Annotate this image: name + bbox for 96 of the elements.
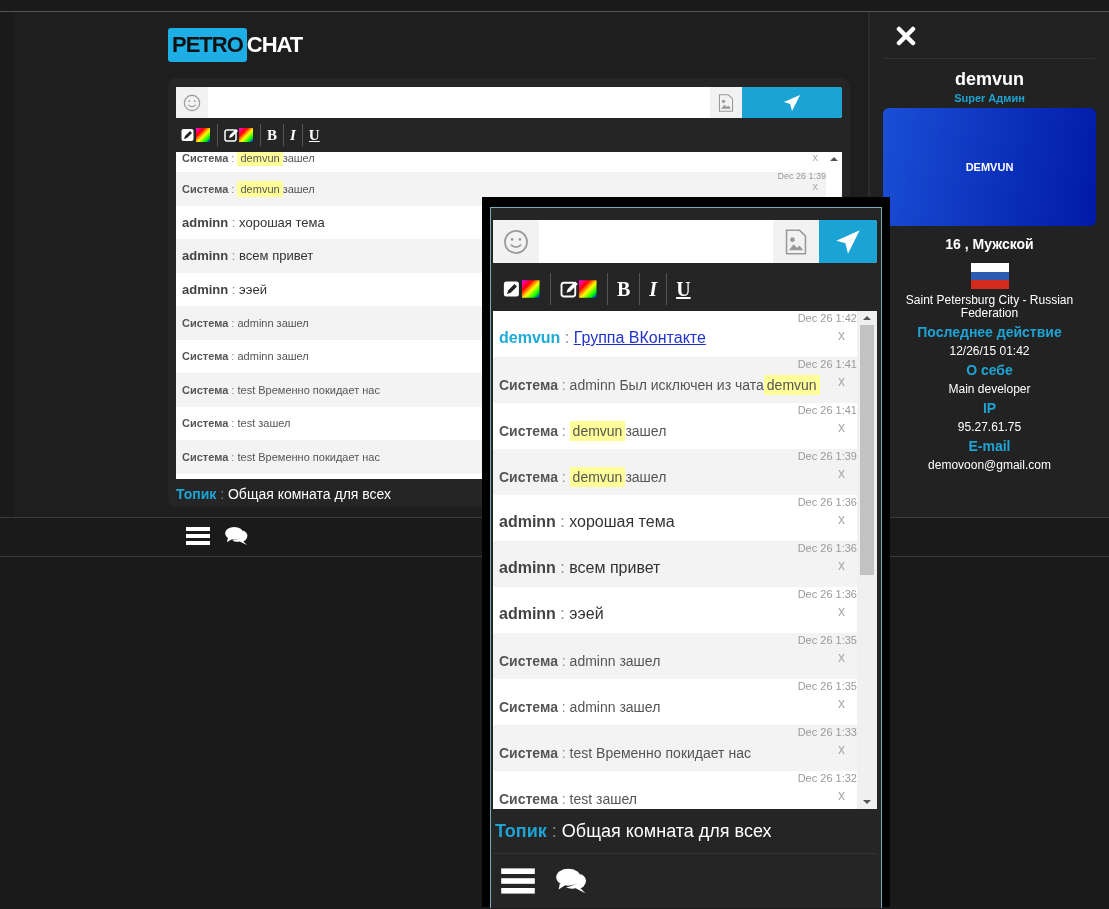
chat-bubbles-icon: [224, 525, 250, 546]
message-time: Dec 26 1:39: [777, 172, 826, 182]
underline-button[interactable]: U: [676, 277, 691, 301]
chat-message: Система : adminn зашел: [182, 316, 309, 329]
background-color-button[interactable]: [560, 279, 598, 299]
field-label: Последнее действие: [917, 324, 1062, 341]
image-file-icon: [783, 228, 809, 255]
delete-message-button[interactable]: x: [838, 649, 857, 665]
chat-message: Система : adminn зашел: [182, 350, 309, 363]
user-role: Super Админ: [954, 92, 1025, 104]
message-time: Dec 26 1:35: [797, 681, 857, 693]
delete-message-button[interactable]: x: [838, 603, 857, 619]
chat-message: Система : demvun зашел: [182, 182, 315, 195]
text-color-button[interactable]: [181, 127, 211, 143]
message-time: Dec 26 1:32: [797, 773, 857, 785]
send-icon: [783, 93, 801, 112]
chat-message: Система : demvun зашел: [499, 466, 667, 485]
message-time: Dec 26 1:36: [797, 543, 857, 555]
scroll-down-icon[interactable]: [863, 799, 871, 805]
italic-button[interactable]: I: [649, 277, 658, 301]
bold-button[interactable]: B: [617, 277, 631, 301]
field-value: demovoon@gmail.com: [928, 458, 1051, 473]
topic-text: Топик : Общая комната для всех: [493, 809, 877, 854]
chat-message: adminn : всем привет: [499, 558, 661, 577]
scrollbar[interactable]: [857, 311, 877, 809]
image-upload-button[interactable]: [773, 220, 819, 263]
delete-message-button[interactable]: x: [812, 181, 826, 193]
image-file-icon: [717, 93, 735, 112]
text-color-button[interactable]: [503, 279, 541, 299]
delete-message-button[interactable]: x: [838, 511, 857, 527]
message-time: Dec 26 1:33: [797, 727, 857, 739]
chat-message: Система : test зашел: [499, 790, 637, 807]
pencil-palette-icon: [181, 127, 211, 143]
scroll-up-icon[interactable]: [830, 156, 838, 162]
message-time: Dec 26 1:42: [797, 313, 857, 325]
flag-icon: [970, 263, 1009, 289]
chat-message: Система : test Временно покидает нас: [182, 383, 380, 396]
message-time: Dec 26 1:41: [797, 359, 857, 371]
send-button[interactable]: [819, 220, 877, 263]
chat-message: Система : adminn зашел: [499, 652, 661, 669]
field-label: О себе: [966, 362, 1013, 379]
message-time: Dec 26 1:36: [797, 589, 857, 601]
logo[interactable]: PETRO CHAT: [168, 25, 303, 65]
close-button[interactable]: [896, 26, 916, 46]
delete-message-button[interactable]: x: [838, 465, 857, 481]
smiley-icon: [183, 93, 201, 112]
user-name: demvun: [955, 69, 1024, 90]
field-value: 12/26/15 01:42: [949, 344, 1030, 359]
message-time: Dec 26 1:41: [797, 405, 857, 417]
edit-palette-icon: [560, 279, 598, 299]
chat-message: adminn : хорошая тема: [182, 214, 325, 230]
age-gender: 16 , Мужской: [945, 236, 1034, 252]
location: Saint Petersburg City - Russian Federation: [904, 294, 1075, 321]
delete-message-button[interactable]: x: [838, 787, 857, 803]
chat-message: demvun : Группа ВКонтакте: [499, 328, 706, 347]
field-value: 95.27.61.75: [957, 420, 1022, 435]
close-icon: [896, 26, 916, 46]
chat-message: Система : test зашел: [182, 417, 291, 430]
image-upload-button[interactable]: [710, 87, 742, 118]
bold-button[interactable]: B: [267, 126, 277, 144]
delete-message-button[interactable]: x: [838, 557, 857, 573]
field-label: IP: [982, 400, 997, 417]
italic-button[interactable]: I: [290, 126, 296, 144]
chat-bubbles-icon: [555, 866, 589, 895]
delete-message-button[interactable]: x: [838, 695, 857, 711]
chat-message: Система : demvun зашел: [182, 152, 315, 164]
chat-message: Система : adminn зашел: [499, 698, 661, 715]
chat-message: Система : test Временно покидает нас: [499, 744, 751, 761]
background-color-button[interactable]: [224, 127, 254, 143]
send-icon: [835, 228, 861, 255]
delete-message-button[interactable]: x: [812, 152, 826, 164]
menu-icon: [501, 866, 535, 895]
delete-message-button[interactable]: x: [838, 373, 857, 389]
delete-message-button[interactable]: x: [838, 419, 857, 435]
cover-text: DEMVUN: [965, 161, 1014, 173]
menu-icon: [186, 525, 210, 546]
message-time: Dec 26 1:35: [797, 635, 857, 647]
chat-message: adminn : ээей: [182, 281, 267, 297]
message-time: Dec 26 1:39: [797, 451, 857, 463]
delete-message-button[interactable]: x: [838, 327, 857, 343]
chat-message: Система : adminn Был исключен из чата demvun: [499, 371, 820, 393]
field-label: E-mail: [968, 438, 1011, 455]
chat-message: Система : demvun зашел: [499, 420, 667, 439]
field-value: Main developer: [948, 382, 1031, 397]
chat-message: Система : test Временно покидает нас: [182, 450, 380, 463]
message-time: Dec 26 1:36: [797, 497, 857, 509]
chat-message: adminn : ээей: [499, 604, 604, 623]
scroll-up-icon[interactable]: [863, 315, 871, 321]
chat-message: adminn : всем привет: [182, 248, 314, 264]
chat-message: adminn : хорошая тема: [499, 512, 675, 531]
underline-button[interactable]: U: [308, 126, 320, 144]
delete-message-button[interactable]: x: [838, 741, 857, 757]
emoji-button[interactable]: [493, 220, 539, 263]
smiley-icon: [503, 228, 529, 255]
pencil-palette-icon: [503, 279, 541, 299]
edit-palette-icon: [224, 127, 254, 143]
